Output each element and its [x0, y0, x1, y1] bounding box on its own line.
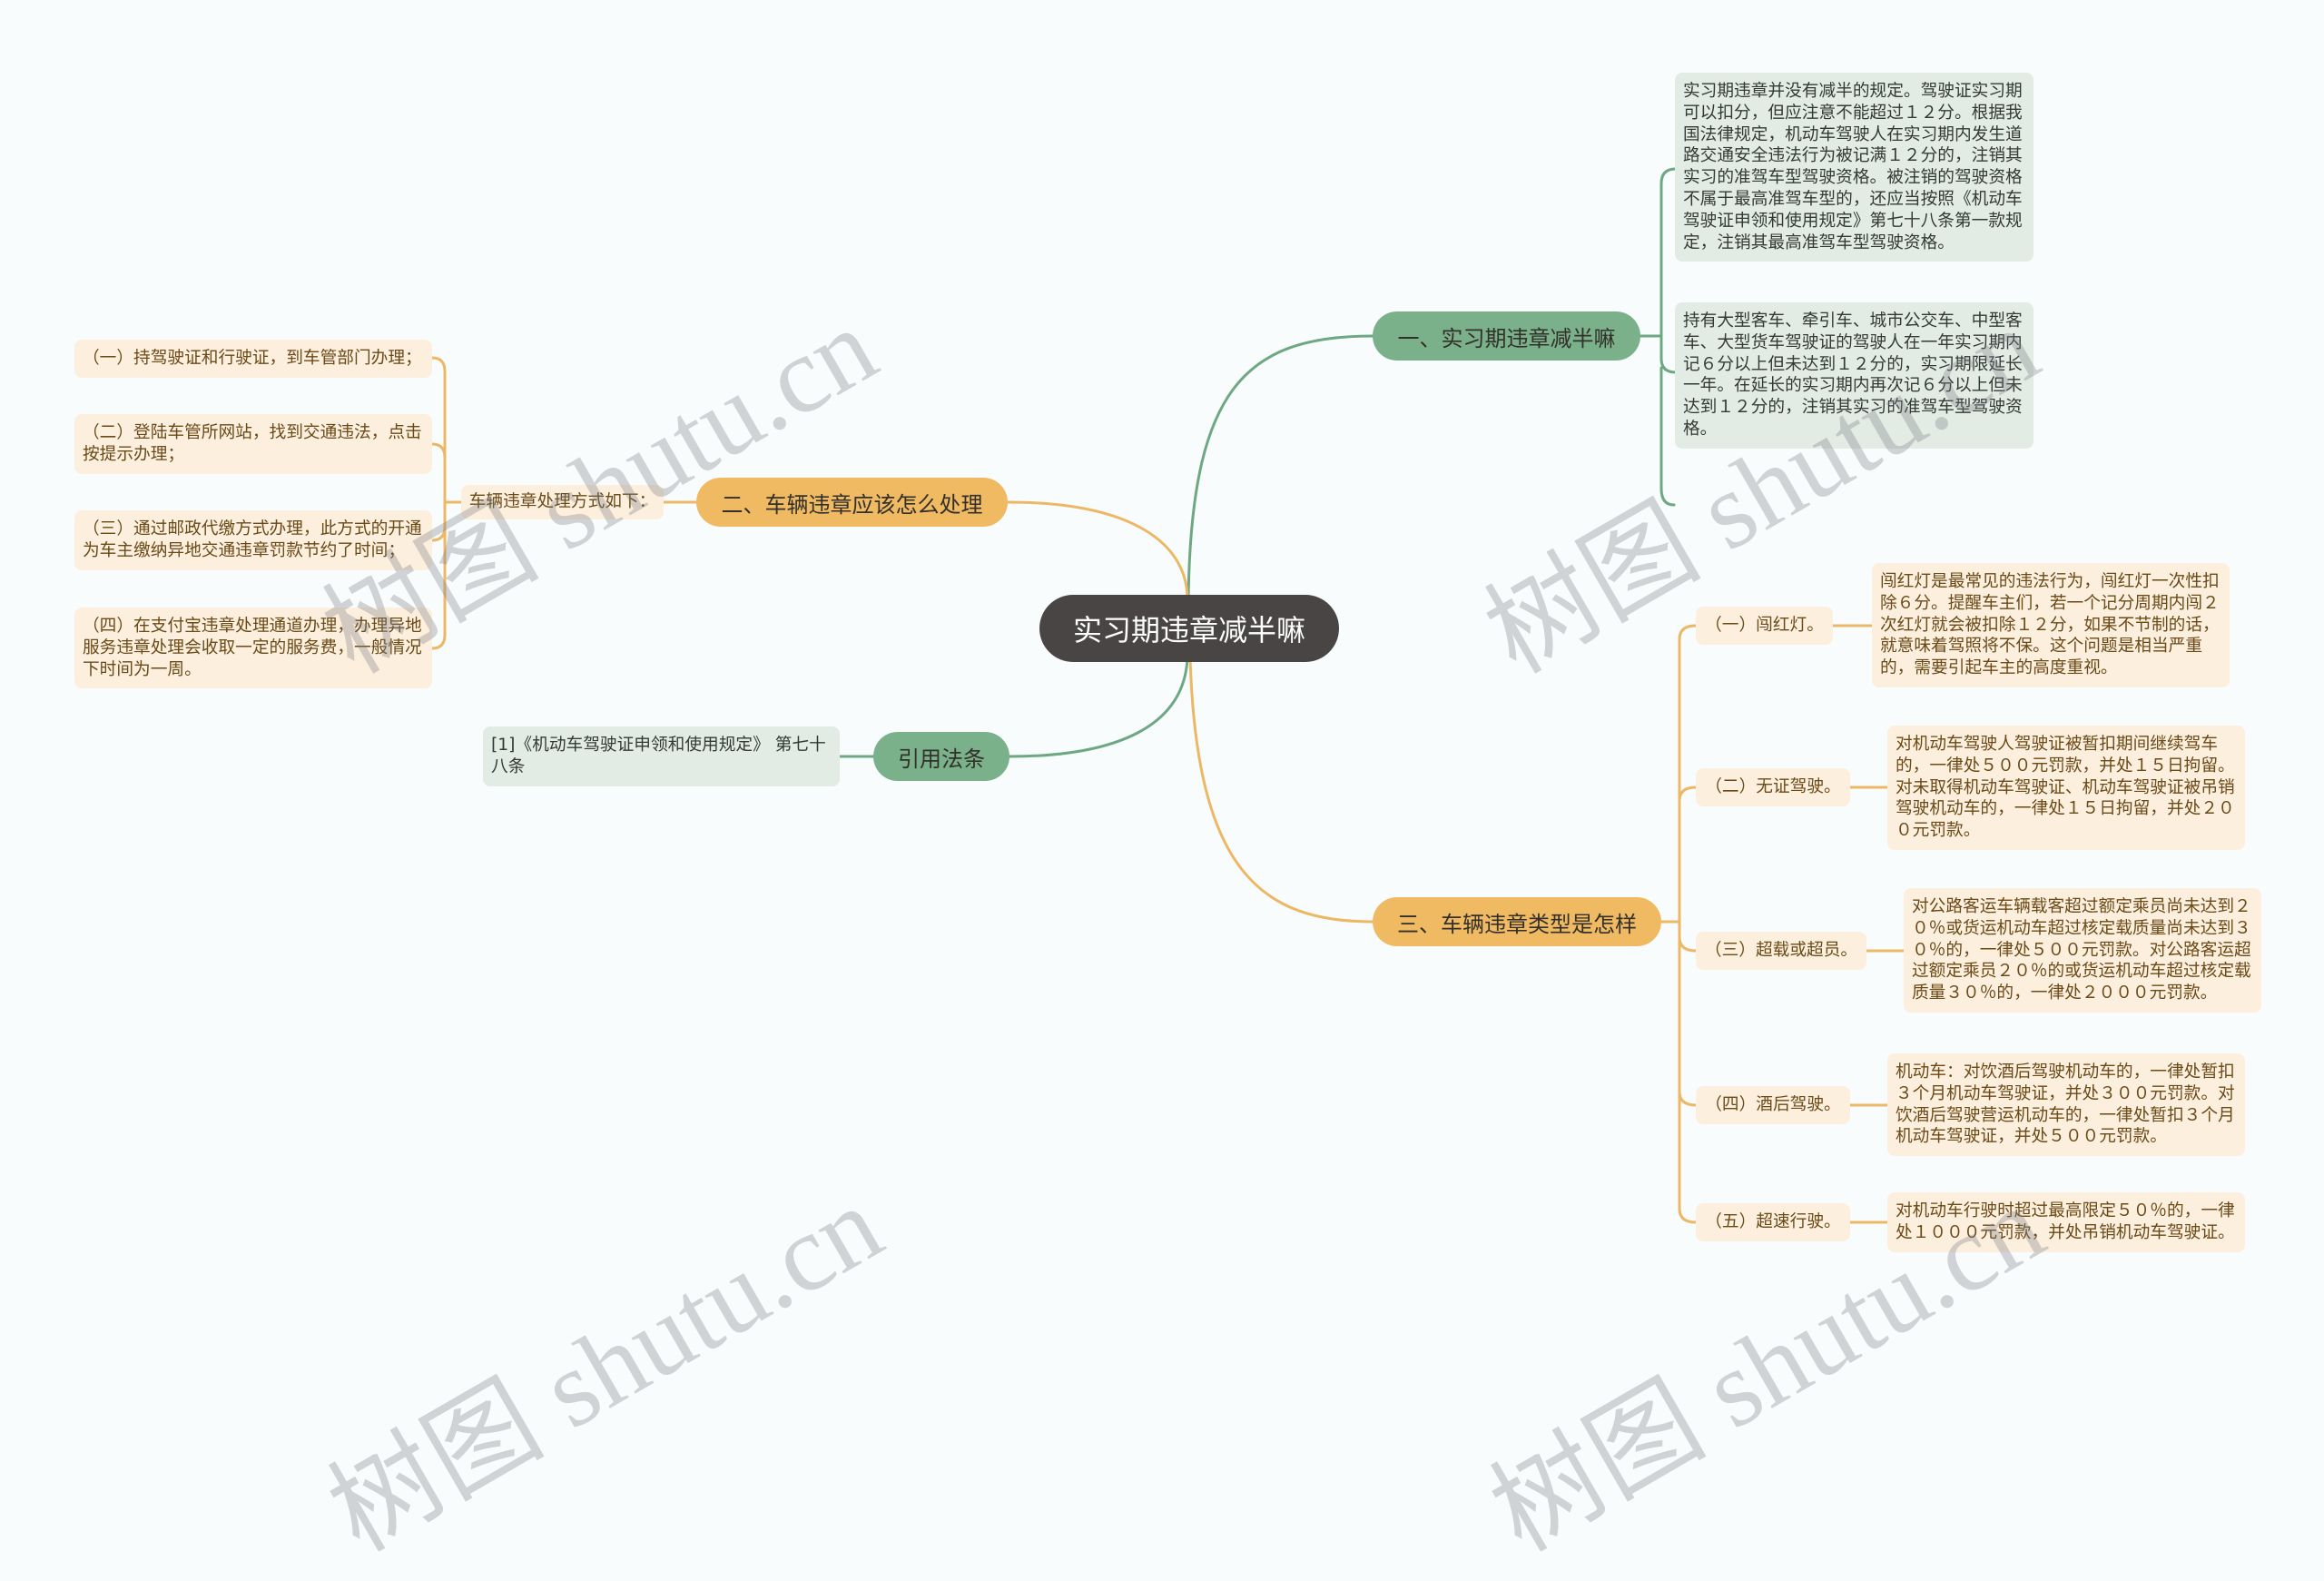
method-item-2: （二）登陆车管所网站，找到交通违法，点击按提示办理； [74, 414, 432, 474]
branch-1-label: 一、实习期违章减半嘛 [1397, 325, 1616, 351]
branch-2-intro: 车辆违章处理方式如下： [461, 485, 664, 519]
references-label: 引用法条 [898, 746, 985, 772]
connector-root-branch-2 [1006, 500, 1189, 601]
branch-2-topic: 二、车辆违章应该怎么处理 [696, 478, 1008, 527]
branch-1-topic: 一、实习期违章减半嘛 [1373, 311, 1640, 361]
violation-type-1-label: （一）闯红灯。 [1705, 616, 1824, 635]
connector-type-5 [1678, 920, 1698, 1224]
violation-type-5: （五）超速行驶。 [1696, 1203, 1850, 1241]
branch-2-intro-label: 车辆违章处理方式如下： [468, 492, 656, 511]
violation-type-1: （一）闯红灯。 [1696, 607, 1833, 645]
violation-type-3-label: （三）超载或超员。 [1704, 941, 1858, 960]
connector-branch-1-detail-2 [1659, 334, 1678, 374]
violation-type-2: （二）无证驾驶。 [1696, 768, 1850, 806]
violation-type-3-detail: 对公路客运车辆载客超过额定乘员尚未达到２０％或货运机动车超过核定载质量尚未达到３… [1904, 888, 2261, 1013]
mindmap-canvas: 实习期违章减半嘛 一、实习期违章减半嘛 实习期违章并没有减半的规定。驾驶证实习期… [0, 0, 2324, 1574]
connector-method-2 [430, 442, 447, 504]
connector-branch-1-detail-1 [1659, 167, 1678, 338]
method-item-1: （一）持驾驶证和行驶证，到车管部门办理； [74, 340, 432, 378]
method-item-3: （三）通过邮政代缴方式办理，此方式的开通为车主缴纳异地交通违章罚款节约了时间； [74, 510, 432, 570]
branch-3-label: 三、车辆违章类型是怎样 [1397, 911, 1637, 937]
violation-type-4-detail: 机动车：对饮酒后驾驶机动车的，一律处暂扣３个月机动车驾驶证，并处３００元罚款。对… [1887, 1053, 2245, 1157]
root-topic-label: 实习期违章减半嘛 [1072, 613, 1305, 647]
branch-1-detail-2: 持有大型客车、牵引车、城市公交车、中型客车、大型货车驾驶证的驾驶人在一年实习期内… [1675, 302, 2034, 449]
reference-item-1: [1]《机动车驾驶证申领和使用规定》 第七十八条 [483, 726, 840, 786]
connector-method-4 [430, 500, 447, 650]
violation-type-2-label: （二）无证驾驶。 [1705, 777, 1841, 796]
connector-type-2 [1678, 786, 1698, 924]
violation-type-4-label: （四）酒后驾驶。 [1705, 1095, 1841, 1114]
violation-type-5-label: （五）超速行驶。 [1705, 1212, 1841, 1231]
method-item-4: （四）在支付宝违章处理通道办理，办理异地服务违章处理会收取一定的服务费，一般情况… [74, 608, 432, 689]
references-topic: 引用法条 [873, 732, 1009, 781]
connector-type-3 [1678, 920, 1698, 953]
branch-1-detail-1: 实习期违章并没有减半的规定。驾驶证实习期可以扣分，但应注意不能超过１２分。根据我… [1675, 73, 2034, 262]
violation-type-3: （三）超载或超员。 [1696, 932, 1866, 970]
branch-3-topic: 三、车辆违章类型是怎样 [1373, 897, 1661, 946]
root-topic: 实习期违章减半嘛 [1039, 595, 1339, 662]
connector-branch-1-extension [1659, 366, 1676, 507]
violation-type-4: （四）酒后驾驶。 [1696, 1086, 1850, 1124]
connector-root-branch-1 [1187, 334, 1374, 601]
connector-root-references [1008, 656, 1189, 758]
violation-type-1-detail: 闯红灯是最常见的违法行为，闯红灯一次性扣除６分。提醒车主们，若一个记分周期内闯２… [1872, 563, 2230, 687]
branch-2-label: 二、车辆违章应该怎么处理 [721, 491, 983, 518]
violation-type-5-detail: 对机动车行驶时超过最高限定５０％的，一律处１０００元罚款，并处吊销机动车驾驶证。 [1887, 1192, 2245, 1252]
connector-method-1 [430, 356, 447, 504]
connector-method-3 [430, 500, 447, 542]
violation-type-2-detail: 对机动车驾驶人驾驶证被暂扣期间继续驾车的，一律处５００元罚款，并处１５日拘留。对… [1887, 726, 2245, 850]
connector-type-1 [1678, 624, 1698, 924]
connector-root-branch-3 [1188, 656, 1374, 924]
